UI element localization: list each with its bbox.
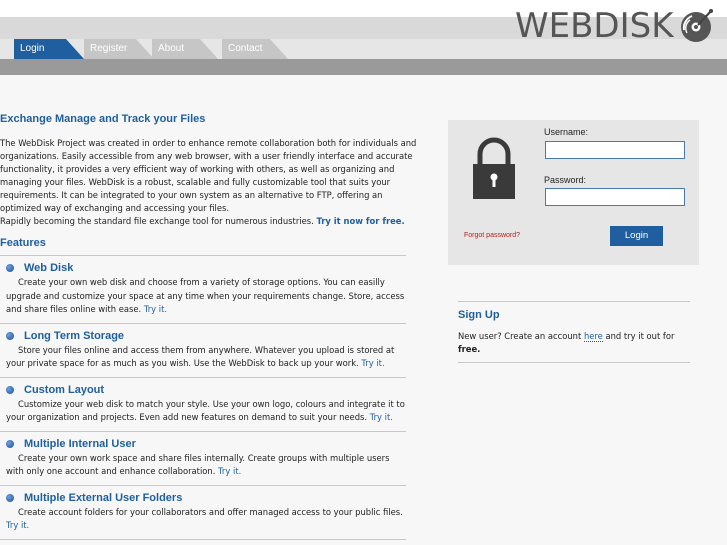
bullet-icon bbox=[6, 264, 14, 272]
tab-about[interactable]: About bbox=[152, 39, 218, 59]
feature-text: Store your files online and access them … bbox=[6, 344, 395, 369]
feature-text: Create account folders for your collabor… bbox=[18, 506, 403, 517]
feature-item: Multiple Internal User Create your own w… bbox=[0, 432, 406, 486]
feature-try-link[interactable]: Try it. bbox=[218, 466, 241, 476]
intro-title: Exchange Manage and Track your Files bbox=[0, 113, 206, 125]
login-button[interactable]: Login bbox=[610, 226, 663, 246]
signup-section: Sign Up New user? Create an account here… bbox=[458, 301, 690, 363]
bullet-icon bbox=[6, 385, 14, 394]
feature-try-link[interactable]: Try it. bbox=[370, 412, 393, 422]
features-heading: Features bbox=[0, 237, 46, 249]
intro-text: The WebDisk Project was created in order… bbox=[0, 138, 417, 213]
feature-text: Customize your web disk to match your st… bbox=[6, 398, 405, 423]
lock-icon bbox=[473, 137, 515, 199]
feature-title: Long Term Storage bbox=[24, 329, 125, 342]
feature-title: Web Disk bbox=[24, 262, 74, 274]
username-label: Username: bbox=[544, 127, 589, 137]
feature-description: Create your own web disk and choose from… bbox=[0, 276, 406, 317]
disc-icon bbox=[680, 9, 713, 42]
try-free-link[interactable]: Try it now for free. bbox=[316, 216, 404, 226]
signup-text-after: and try it out for bbox=[602, 331, 675, 341]
feature-text: Create your own work space and share fil… bbox=[6, 452, 390, 477]
feature-description: Create your own work space and share fil… bbox=[0, 452, 406, 479]
feature-title: Custom Layout bbox=[24, 383, 105, 396]
login-panel: Username: Password: Forgot password? Log… bbox=[448, 120, 699, 265]
intro-paragraph: The WebDisk Project was created in order… bbox=[0, 137, 418, 228]
signup-text-before: New user? Create an account bbox=[458, 331, 584, 341]
header-bottom-bar bbox=[0, 59, 727, 75]
feature-try-link[interactable]: Try it. bbox=[144, 304, 167, 314]
feature-item: Multiple External User Folders Create ac… bbox=[0, 486, 406, 540]
feature-item: Long Term Storage Store your files onlin… bbox=[0, 324, 406, 378]
signup-free: free. bbox=[458, 344, 481, 354]
feature-try-link[interactable]: Try it. bbox=[6, 520, 29, 530]
bullet-icon bbox=[6, 493, 14, 502]
feature-title: Multiple Internal User bbox=[24, 437, 136, 450]
username-input[interactable] bbox=[545, 141, 685, 159]
bullet-icon bbox=[6, 439, 14, 448]
main-content: Exchange Manage and Track your Files The… bbox=[0, 113, 418, 540]
feature-item: Web Disk Create your own web disk and ch… bbox=[0, 256, 406, 324]
feature-item: Custom Layout Customize your web disk to… bbox=[0, 378, 406, 432]
divider bbox=[458, 362, 690, 363]
forgot-password-link[interactable]: Forgot password? bbox=[464, 232, 520, 239]
bullet-icon bbox=[6, 331, 14, 340]
logo-text: WEBDISK bbox=[515, 6, 674, 46]
feature-description: Create account folders for your collabor… bbox=[0, 506, 406, 533]
tab-contact[interactable]: Contact bbox=[222, 39, 288, 59]
divider bbox=[458, 301, 690, 302]
signup-text: New user? Create an account here and try… bbox=[458, 330, 690, 356]
feature-description: Customize your web disk to match your st… bbox=[0, 398, 406, 425]
password-label: Password: bbox=[544, 175, 587, 185]
tab-login[interactable]: Login bbox=[14, 39, 84, 59]
signup-heading: Sign Up bbox=[458, 309, 500, 321]
feature-title: Multiple External User Folders bbox=[24, 491, 183, 504]
intro-text-2: Rapidly becoming the standard file excha… bbox=[0, 216, 314, 226]
feature-description: Store your files online and access them … bbox=[0, 344, 406, 371]
feature-text: Create your own web disk and choose from… bbox=[6, 277, 405, 314]
webdisk-logo[interactable]: WEBDISK bbox=[515, 6, 714, 46]
header: Login Register About Contact WEBDISK bbox=[0, 0, 727, 75]
feature-try-link[interactable]: Try it. bbox=[361, 358, 384, 368]
signup-here-link[interactable]: here bbox=[583, 331, 603, 342]
tab-register[interactable]: Register bbox=[84, 39, 154, 59]
password-input[interactable] bbox=[545, 188, 685, 206]
